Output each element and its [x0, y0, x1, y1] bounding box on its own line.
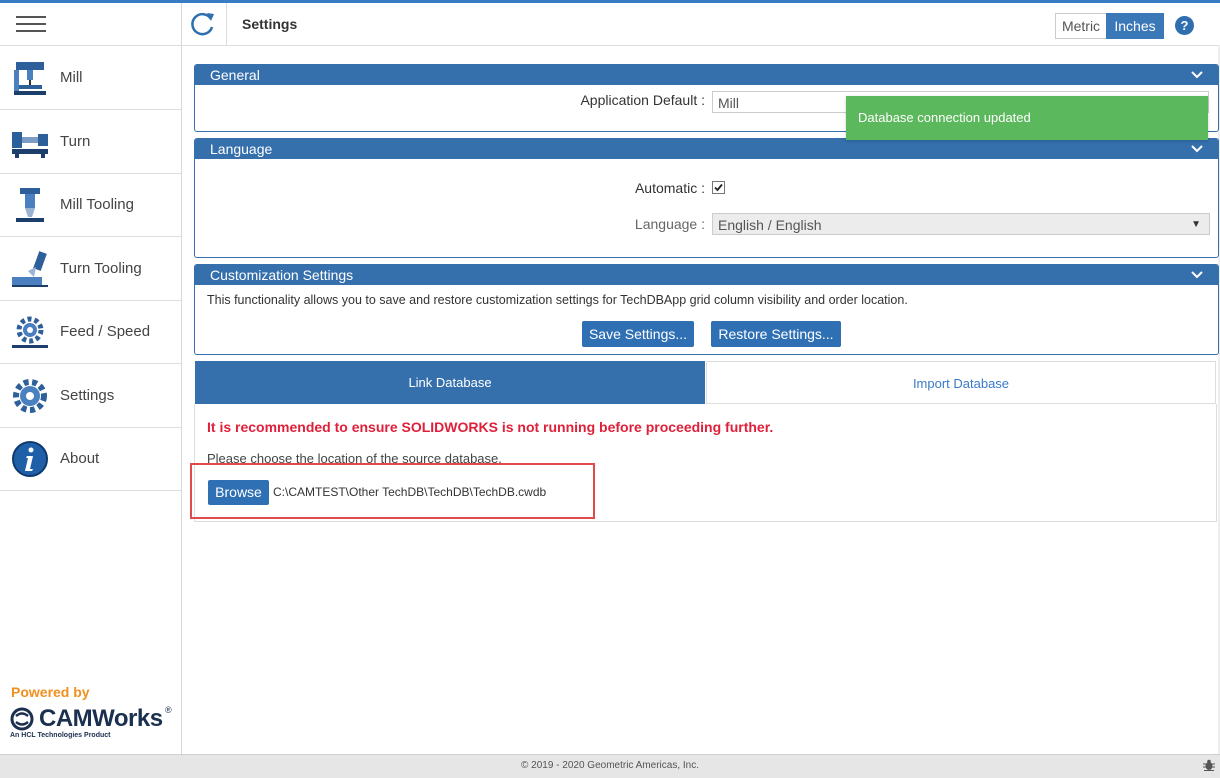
sidebar-item-label: Turn: [60, 133, 91, 150]
sidebar-item-about[interactable]: About: [0, 427, 181, 491]
automatic-checkbox[interactable]: [712, 181, 725, 194]
restore-settings-button[interactable]: Restore Settings...: [711, 321, 841, 347]
mill-machine-icon: [14, 62, 46, 95]
sidebar-item-feed-speed[interactable]: Feed / Speed: [0, 300, 181, 364]
camworks-logo: CAMWorks ® An HCL Technologies Product: [10, 705, 175, 745]
customization-panel: Customization Settings: [194, 264, 1219, 355]
save-settings-button[interactable]: Save Settings...: [582, 321, 694, 347]
brand-name: CAMWorks: [39, 705, 163, 732]
help-icon[interactable]: ?: [1175, 16, 1194, 35]
chevron-down-icon[interactable]: [1190, 65, 1204, 85]
tab-import-database[interactable]: Import Database: [706, 361, 1216, 404]
registered-mark: ®: [165, 705, 172, 715]
feed-speed-gear-icon: [12, 316, 48, 348]
sidebar-item-label: Mill: [60, 69, 83, 86]
lathe-icon: [12, 132, 48, 158]
footer: © 2019 - 2020 Geometric Americas, Inc.: [0, 754, 1220, 778]
sidebar-item-turn-tooling[interactable]: Turn Tooling: [0, 237, 181, 301]
hamburger-line: [16, 30, 46, 32]
powered-by-label: Powered by: [11, 684, 90, 700]
customization-description: This functionality allows you to save an…: [207, 293, 908, 307]
language-value: English / English: [718, 217, 822, 233]
dropdown-arrow-icon: ▼: [1191, 219, 1201, 230]
panel-title: Customization Settings: [210, 267, 354, 283]
chevron-down-icon[interactable]: [1190, 265, 1204, 285]
tab-link-database[interactable]: Link Database: [195, 361, 705, 404]
turn-tool-icon: [12, 251, 48, 287]
customization-panel-header[interactable]: Customization Settings: [195, 265, 1218, 285]
mill-tool-icon: [16, 188, 44, 222]
browse-button[interactable]: Browse: [208, 480, 269, 505]
success-toast[interactable]: Database connection updated: [846, 96, 1208, 140]
camworks-logo-icon: [10, 707, 34, 731]
sidebar-item-mill-tooling[interactable]: Mill Tooling: [0, 173, 181, 237]
sidebar-item-mill[interactable]: Mill: [0, 46, 181, 110]
inches-button[interactable]: Inches: [1106, 13, 1164, 39]
sidebar-item-label: Feed / Speed: [60, 323, 151, 340]
panel-title: Language: [210, 141, 273, 157]
gear-icon: [13, 379, 47, 413]
database-path: C:\CAMTEST\Other TechDB\TechDB\TechDB.cw…: [273, 485, 547, 499]
language-panel: Language: [194, 138, 1219, 258]
sidebar-item-turn[interactable]: Turn: [0, 110, 181, 174]
header-separator: [226, 3, 227, 45]
automatic-label: Automatic :: [634, 180, 705, 196]
hamburger-line: [16, 23, 46, 25]
panel-title: General: [210, 67, 260, 83]
solidworks-warning: It is recommended to ensure SOLIDWORKS i…: [207, 419, 774, 435]
sidebar-item-settings[interactable]: Settings: [0, 364, 181, 428]
sidebar: Mill Turn Mill Tooling Turn Tooling Feed…: [0, 3, 182, 754]
hamburger-line: [16, 16, 46, 18]
sidebar-item-label: Turn Tooling: [60, 260, 142, 277]
language-panel-header[interactable]: Language: [195, 139, 1218, 159]
general-panel-header[interactable]: General: [195, 65, 1218, 85]
brand-subtitle: An HCL Technologies Product: [10, 732, 111, 739]
sidebar-item-label: Settings: [60, 387, 115, 404]
header-bar: Settings Metric Inches ?: [182, 3, 1220, 46]
language-select[interactable]: English / English ▼: [712, 213, 1210, 235]
application-default-value: Mill: [718, 95, 739, 111]
sidebar-item-label: About: [60, 450, 100, 467]
info-icon: [12, 441, 48, 477]
refresh-icon[interactable]: [190, 11, 216, 37]
application-default-label: Application Default :: [580, 92, 705, 108]
bug-icon[interactable]: [1202, 758, 1216, 772]
copyright-text: © 2019 - 2020 Geometric Americas, Inc.: [520, 760, 699, 771]
language-label: Language :: [634, 216, 705, 232]
sidebar-item-label: Mill Tooling: [60, 196, 134, 213]
page-title: Settings: [242, 16, 298, 32]
hamburger-menu-button[interactable]: [0, 3, 181, 46]
checkmark-icon: [714, 183, 723, 192]
metric-button[interactable]: Metric: [1055, 13, 1106, 39]
chevron-down-icon[interactable]: [1190, 139, 1204, 159]
